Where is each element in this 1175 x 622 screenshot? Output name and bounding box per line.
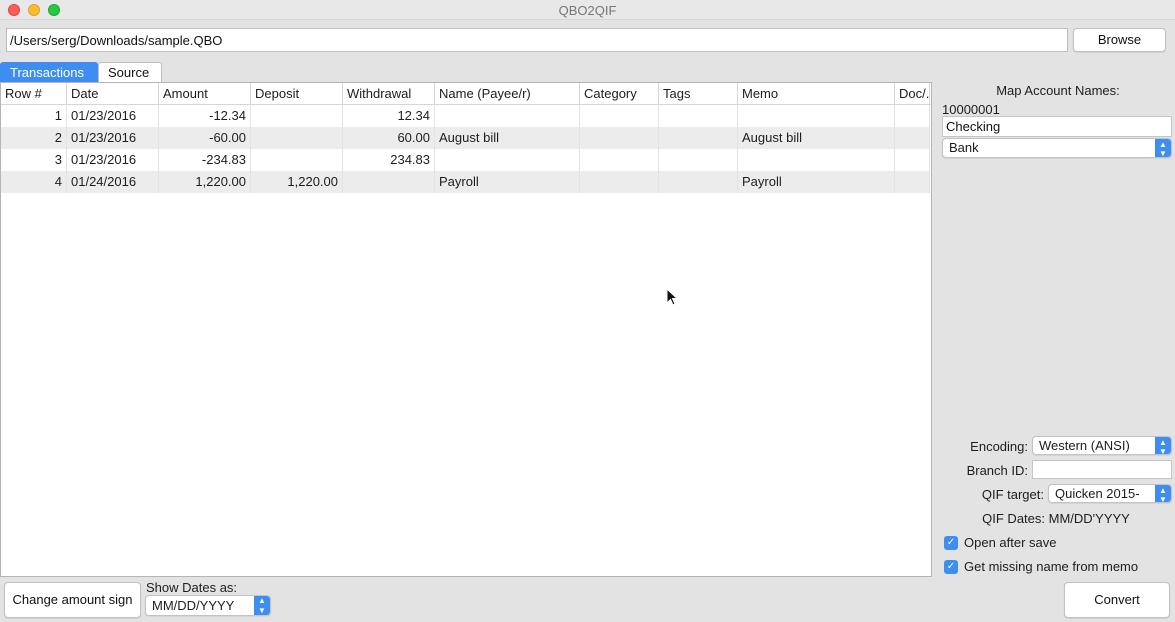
cell-deposit (251, 149, 343, 171)
cell-row-number: 4 (1, 171, 67, 193)
column-header-date[interactable]: Date (67, 83, 159, 105)
chevron-updown-icon: ▲ ▼ (254, 596, 270, 615)
cell-category (580, 171, 659, 193)
show-dates-label: Show Dates as: (146, 580, 238, 595)
column-header-amount[interactable]: Amount (159, 83, 251, 105)
cell-amount: -60.00 (159, 127, 251, 149)
table-row[interactable]: 1 01/23/2016 -12.34 12.34 (1, 105, 930, 127)
cell-row-number: 3 (1, 149, 67, 171)
encoding-value: Western (ANSI) (1039, 438, 1130, 453)
account-name-input[interactable] (942, 116, 1172, 137)
encoding-select[interactable]: Western (ANSI) ▲ ▼ (1032, 436, 1172, 455)
table-header: Row # Date Amount Deposit Withdrawal Nam… (1, 83, 931, 105)
browse-button[interactable]: Browse (1073, 28, 1166, 52)
show-dates-select[interactable]: MM/DD/YYYY ▲ ▼ (145, 595, 271, 616)
cell-name: Payroll (435, 171, 580, 193)
column-header-name[interactable]: Name (Payee/r) (435, 83, 580, 105)
tab-transactions[interactable]: Transactions (0, 62, 98, 82)
cell-tags (659, 127, 738, 149)
account-type-select[interactable]: Bank ▲ ▼ (942, 138, 1172, 158)
qif-target-value: Quicken 2015- (1055, 486, 1140, 501)
cell-withdrawal: 60.00 (343, 127, 435, 149)
show-dates-value: MM/DD/YYYY (152, 598, 235, 613)
convert-button[interactable]: Convert (1064, 582, 1170, 618)
cell-amount: 1,220.00 (159, 171, 251, 193)
cell-withdrawal: 234.83 (343, 149, 435, 171)
column-header-withdrawal[interactable]: Withdrawal (343, 83, 435, 105)
account-number: 10000001 (942, 102, 1000, 117)
cell-category (580, 127, 659, 149)
checkmark-icon[interactable]: ✓ (944, 536, 958, 550)
cell-doc (895, 127, 930, 149)
cell-row-number: 1 (1, 105, 67, 127)
tab-source[interactable]: Source (98, 62, 162, 82)
cell-doc (895, 105, 930, 127)
account-type-value: Bank (949, 140, 979, 155)
table-row[interactable]: 2 01/23/2016 -60.00 60.00 August bill Au… (1, 127, 930, 149)
checkmark-icon[interactable]: ✓ (944, 560, 958, 574)
cell-amount: -12.34 (159, 105, 251, 127)
table-row[interactable]: 4 01/24/2016 1,220.00 1,220.00 Payroll P… (1, 171, 930, 193)
get-missing-name-checkbox[interactable]: ✓ Get missing name from memo (944, 559, 1164, 575)
cell-tags (659, 171, 738, 193)
encoding-label: Encoding: (970, 439, 1028, 454)
file-path-input[interactable] (6, 28, 1068, 52)
cell-row-number: 2 (1, 127, 67, 149)
cell-memo: August bill (738, 127, 895, 149)
cell-date: 01/23/2016 (67, 105, 159, 127)
chevron-updown-icon: ▲ ▼ (1155, 485, 1171, 502)
qif-target-select[interactable]: Quicken 2015- ▲ ▼ (1048, 484, 1172, 503)
cell-tags (659, 105, 738, 127)
cell-name: August bill (435, 127, 580, 149)
cell-date: 01/23/2016 (67, 127, 159, 149)
map-account-names-label: Map Account Names: (996, 83, 1120, 98)
arrow-cursor-icon (666, 288, 678, 306)
window-title: QBO2QIF (558, 3, 617, 18)
chevron-updown-icon: ▲ ▼ (1155, 437, 1171, 454)
cell-amount: -234.83 (159, 149, 251, 171)
cell-tags (659, 149, 738, 171)
column-header-tags[interactable]: Tags (659, 83, 738, 105)
branch-id-input[interactable] (1032, 460, 1172, 479)
title-bar: QBO2QIF (0, 0, 1175, 20)
cell-name (435, 149, 580, 171)
cell-deposit (251, 127, 343, 149)
cell-doc (895, 149, 930, 171)
branch-id-label: Branch ID: (966, 463, 1028, 478)
cell-memo (738, 149, 895, 171)
column-header-deposit[interactable]: Deposit (251, 83, 343, 105)
cell-memo (738, 105, 895, 127)
open-after-save-checkbox[interactable]: ✓ Open after save (944, 535, 1144, 551)
cell-withdrawal: 12.34 (343, 105, 435, 127)
open-after-save-label: Open after save (964, 535, 1057, 550)
qif-dates-label: QIF Dates: MM/DD'YYYY (982, 511, 1130, 526)
table-row[interactable]: 3 01/23/2016 -234.83 234.83 (1, 149, 930, 171)
cell-category (580, 105, 659, 127)
column-header-row-number[interactable]: Row # (1, 83, 67, 105)
cell-doc (895, 171, 930, 193)
cell-category (580, 149, 659, 171)
cell-deposit (251, 105, 343, 127)
get-missing-name-label: Get missing name from memo (964, 559, 1139, 574)
chevron-updown-icon: ▲ ▼ (1155, 139, 1171, 157)
column-header-doc[interactable]: Doc/... (895, 83, 930, 105)
qif-target-label: QIF target: (981, 487, 1044, 502)
cell-date: 01/23/2016 (67, 149, 159, 171)
cell-date: 01/24/2016 (67, 171, 159, 193)
cell-withdrawal (343, 171, 435, 193)
change-amount-sign-button[interactable]: Change amount sign (4, 582, 141, 618)
column-header-category[interactable]: Category (580, 83, 659, 105)
column-header-memo[interactable]: Memo (738, 83, 895, 105)
cell-name (435, 105, 580, 127)
cell-memo: Payroll (738, 171, 895, 193)
transactions-table[interactable]: Row # Date Amount Deposit Withdrawal Nam… (0, 82, 932, 577)
cell-deposit: 1,220.00 (251, 171, 343, 193)
